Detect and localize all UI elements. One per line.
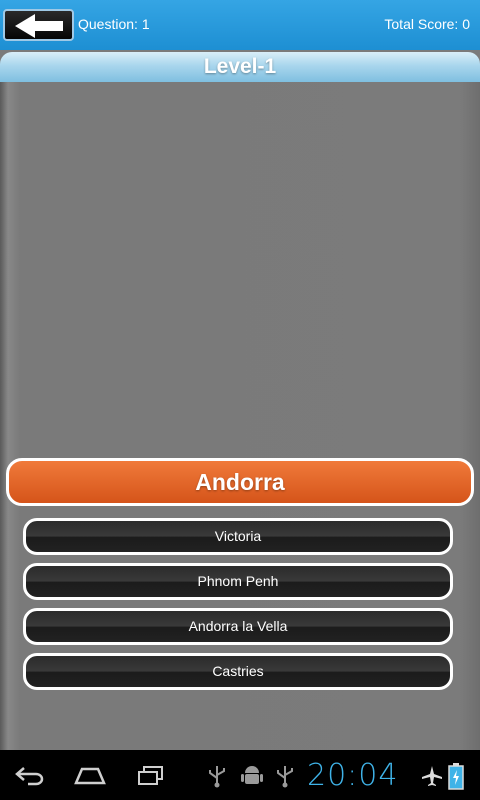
status-clock: 20:04 <box>307 758 399 793</box>
answer-option-3[interactable]: Andorra la Vella <box>23 608 453 645</box>
level-title: Level-1 <box>203 55 277 78</box>
back-button[interactable] <box>3 9 74 41</box>
top-bar: Question: 1 Total Score: 0 <box>0 0 480 50</box>
back-arrow-icon <box>15 14 63 38</box>
back-icon[interactable] <box>14 764 46 786</box>
answer-option-label: Victoria <box>214 528 262 544</box>
airplane-mode-icon <box>422 766 442 786</box>
usb-icon <box>277 766 293 788</box>
answer-option-label: Castries <box>212 663 264 679</box>
question-counter: Question: 1 <box>78 16 150 32</box>
quiz-area <box>0 82 480 750</box>
battery-charging-icon <box>448 763 464 790</box>
country-banner: Andorra <box>6 458 474 506</box>
usb-icon <box>209 766 225 788</box>
country-name: Andorra <box>195 469 285 495</box>
total-score: Total Score: 0 <box>384 16 470 32</box>
level-banner: Level-1 <box>0 52 480 82</box>
answer-option-1[interactable]: Victoria <box>23 518 453 555</box>
system-navigation-bar: 20:04 <box>0 750 480 800</box>
recent-apps-icon[interactable] <box>136 764 166 786</box>
home-icon[interactable] <box>74 765 106 785</box>
answer-option-2[interactable]: Phnom Penh <box>23 563 453 600</box>
answer-option-label: Andorra la Vella <box>188 618 288 634</box>
android-debug-icon <box>241 766 263 784</box>
answer-option-label: Phnom Penh <box>197 573 279 589</box>
answer-option-4[interactable]: Castries <box>23 653 453 690</box>
